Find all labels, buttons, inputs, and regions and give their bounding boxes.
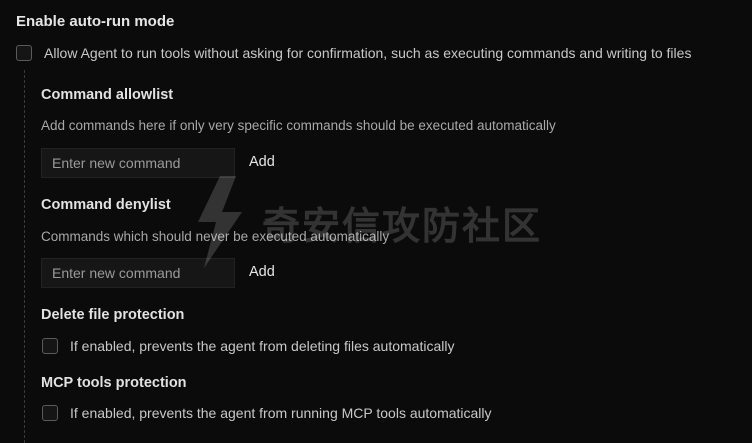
auto-run-checkbox[interactable] — [16, 45, 32, 61]
denylist-add-button[interactable]: Add — [249, 264, 275, 280]
auto-run-title: Enable auto-run mode — [16, 13, 175, 30]
mcp-protection-checkbox[interactable] — [42, 405, 58, 421]
denylist-title: Command denylist — [41, 197, 171, 213]
delete-protection-checkbox-label: If enabled, prevents the agent from dele… — [70, 338, 455, 354]
allowlist-input[interactable] — [41, 148, 235, 178]
allowlist-description: Add commands here if only very specific … — [41, 118, 556, 133]
mcp-protection-title: MCP tools protection — [41, 375, 187, 391]
allowlist-title: Command allowlist — [41, 87, 174, 103]
delete-protection-title: Delete file protection — [41, 307, 185, 323]
lightning-bolt-icon — [198, 176, 242, 268]
section-indent-guide — [24, 70, 25, 443]
watermark: 奇安信攻防社区 — [190, 176, 542, 268]
denylist-input[interactable] — [41, 258, 235, 288]
denylist-description: Commands which should never be executed … — [41, 229, 390, 244]
mcp-protection-checkbox-label: If enabled, prevents the agent from runn… — [70, 405, 492, 421]
auto-run-checkbox-label: Allow Agent to run tools without asking … — [44, 45, 692, 61]
delete-protection-checkbox[interactable] — [42, 338, 58, 354]
allowlist-add-button[interactable]: Add — [249, 154, 275, 170]
